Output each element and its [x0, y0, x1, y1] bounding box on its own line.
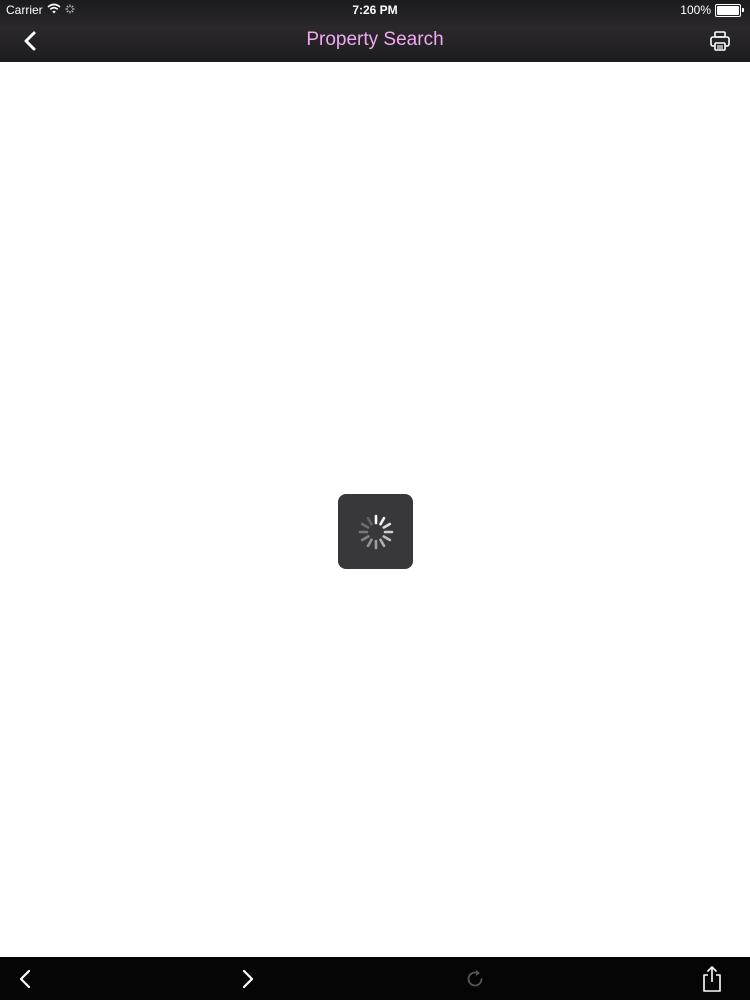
reload-icon [467, 970, 483, 987]
print-button[interactable] [704, 26, 736, 56]
page-title: Property Search [306, 29, 444, 50]
battery-percent: 100% [680, 3, 711, 17]
bottom-toolbar [0, 957, 750, 1000]
share-button[interactable] [695, 963, 729, 995]
browser-back-button[interactable] [8, 963, 42, 995]
battery-cap [742, 8, 744, 12]
web-content-area[interactable] [0, 62, 750, 957]
status-time: 7:26 PM [352, 3, 398, 17]
loading-indicator [338, 494, 413, 569]
top-bar: Carrier 7:26 PM 100% Property Search [0, 0, 750, 62]
chevron-right-icon [242, 969, 254, 989]
battery-icon [715, 3, 741, 17]
reload-button[interactable] [458, 963, 492, 995]
chevron-left-icon [19, 969, 31, 989]
battery-fill [717, 5, 739, 15]
printer-icon [710, 31, 730, 51]
nav-bar: Property Search [0, 20, 750, 62]
browser-forward-button[interactable] [231, 963, 265, 995]
app-screen: Carrier 7:26 PM 100% Property Search [0, 0, 750, 1000]
share-icon [703, 966, 721, 992]
spinner-icon [358, 514, 393, 549]
status-bar: Carrier 7:26 PM 100% [0, 0, 750, 20]
status-right: 100% [680, 3, 744, 17]
